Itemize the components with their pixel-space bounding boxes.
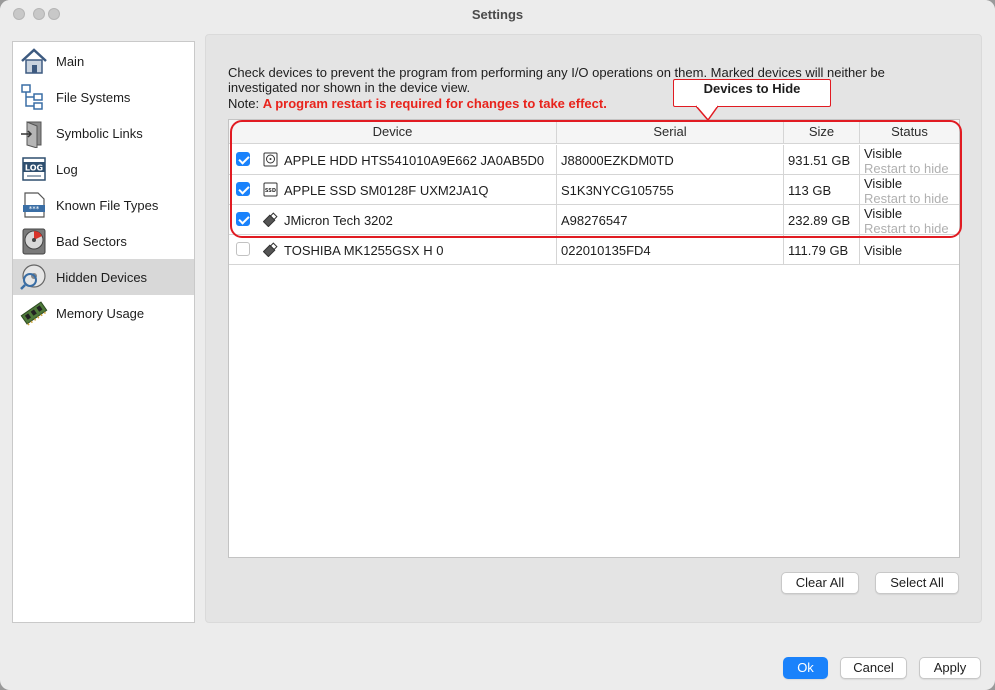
sidebar-item-main[interactable]: Main	[13, 43, 194, 79]
sidebar-item-label: Symbolic Links	[56, 125, 143, 141]
sidebar-item-memory-usage[interactable]: Memory Usage	[13, 295, 194, 331]
sidebar-item-bad-sectors[interactable]: Bad Sectors	[13, 223, 194, 259]
note-prefix: Note:	[228, 96, 263, 111]
memory-chip-icon	[20, 301, 48, 326]
ok-button[interactable]: Ok	[783, 657, 828, 679]
svg-text:LOG: LOG	[25, 164, 43, 173]
tree-icon	[21, 84, 43, 110]
link-door-icon	[21, 121, 42, 148]
device-checkbox[interactable]	[236, 242, 250, 256]
sidebar-item-hidden-devices[interactable]: Hidden Devices	[13, 259, 194, 295]
device-serial: 022010135FD4	[561, 243, 651, 258]
hidden-disk-icon	[20, 264, 46, 290]
sidebar-item-label: Log	[56, 161, 78, 177]
bad-disk-icon	[22, 228, 46, 255]
sidebar-item-label: Hidden Devices	[56, 269, 148, 285]
device-cell: TOSHIBA MK1255GSX H 0	[229, 235, 557, 265]
file-type-icon: ***	[23, 192, 45, 218]
window-title: Settings	[471, 7, 524, 22]
select-all-button[interactable]: Select All	[875, 572, 959, 594]
usb-stick-icon	[263, 242, 278, 257]
device-status: Visible	[864, 243, 903, 258]
device-size: 111.79 GB	[788, 243, 849, 258]
restart-note: Note: A program restart is required for …	[228, 96, 607, 111]
sidebar-item-label: Memory Usage	[56, 305, 145, 321]
callout-pointer	[695, 103, 719, 122]
clear-all-button[interactable]: Clear All	[781, 572, 859, 594]
house-icon	[21, 48, 47, 74]
sidebar-item-symbolic-links[interactable]: Symbolic Links	[13, 115, 194, 151]
apply-button[interactable]: Apply	[919, 657, 981, 679]
sidebar-item-log[interactable]: LOG Log	[13, 151, 194, 187]
sidebar-item-label: File Systems	[56, 89, 131, 105]
annotation-label: Devices to Hide	[703, 81, 801, 96]
settings-window: Settings Main File Systems Symbolic Link…	[0, 0, 995, 690]
device-name: TOSHIBA MK1255GSX H 0	[284, 243, 444, 258]
sidebar-item-label: Known File Types	[56, 197, 159, 213]
svg-text:***: ***	[29, 205, 40, 213]
table-row[interactable]: TOSHIBA MK1255GSX H 0 022010135FD4 111.7…	[229, 235, 959, 265]
settings-sidebar: Main File Systems Symbolic Links LOG Log…	[12, 41, 195, 623]
serial-cell: 022010135FD4	[557, 235, 784, 265]
log-icon: LOG	[22, 157, 46, 181]
cancel-button[interactable]: Cancel	[840, 657, 907, 679]
sidebar-item-known-file-types[interactable]: *** Known File Types	[13, 187, 194, 223]
note-warning: A program restart is required for change…	[262, 96, 607, 111]
status-cell: Visible	[860, 235, 959, 265]
highlight-box	[230, 120, 962, 238]
title-bar: Settings	[0, 0, 995, 30]
sidebar-item-label: Main	[56, 53, 85, 69]
sidebar-item-label: Bad Sectors	[56, 233, 127, 249]
size-cell: 111.79 GB	[784, 235, 860, 265]
sidebar-item-file-systems[interactable]: File Systems	[13, 79, 194, 115]
